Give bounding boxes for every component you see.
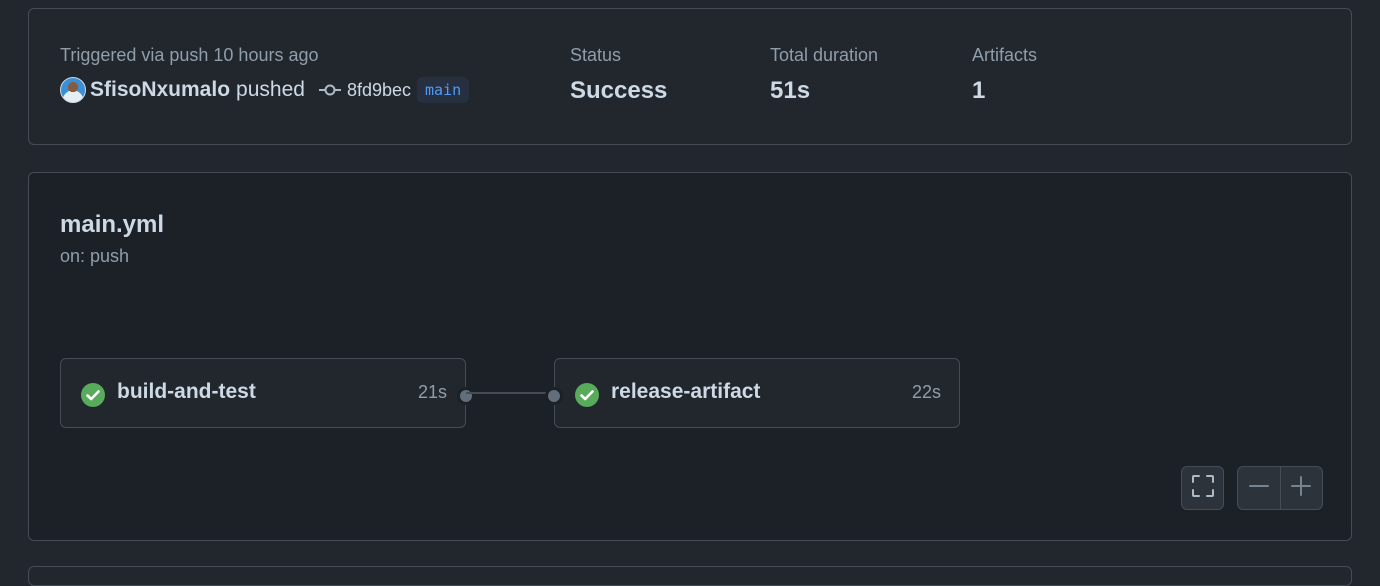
job-input-port	[545, 387, 563, 405]
duration-column: Total duration 51s	[770, 43, 878, 107]
job-name: build-and-test	[117, 380, 256, 403]
zoom-controls	[1237, 466, 1323, 510]
job-output-port	[457, 387, 475, 405]
trigger-column: Triggered via push 10 hours ago SfisoNxu…	[60, 43, 470, 105]
action-text: pushed	[236, 78, 305, 101]
status-column: Status Success	[570, 43, 667, 107]
job-duration: 21s	[417, 382, 447, 402]
job-build-and-test[interactable]: build-and-test 21s	[60, 358, 475, 428]
minus-icon	[1248, 476, 1269, 501]
artifacts-column: Artifacts 1	[972, 43, 1037, 107]
plus-icon	[1291, 475, 1312, 501]
actor-link[interactable]: SfisoNxumalo	[90, 78, 230, 102]
status-label: Status	[570, 45, 622, 65]
trigger-line: SfisoNxumalo pushed 8fd9bec main	[60, 75, 470, 105]
commit-sha-link[interactable]: 8fd9bec	[347, 80, 411, 101]
check-circle-fill-icon	[574, 382, 600, 413]
artifacts-count-link[interactable]: 1	[972, 75, 1037, 107]
duration-value: 51s	[770, 77, 811, 104]
zoom-in-button[interactable]	[1279, 467, 1323, 509]
check-circle-fill-icon	[80, 382, 106, 413]
workflow-graph-card: main.yml on: push build-and-test 21s rel…	[28, 172, 1352, 541]
duration-label: Total duration	[770, 45, 879, 65]
job-release-artifact[interactable]: release-artifact 22s	[545, 358, 960, 428]
job-duration: 22s	[911, 382, 941, 402]
status-value: Success	[570, 77, 668, 104]
trigger-text: Triggered via push 10 hours ago	[60, 45, 319, 65]
job-name: release-artifact	[611, 380, 761, 403]
artifacts-label: Artifacts	[972, 45, 1038, 65]
user-avatar[interactable]	[60, 77, 86, 103]
run-summary-card: Triggered via push 10 hours ago SfisoNxu…	[28, 8, 1352, 145]
fullscreen-button[interactable]	[1181, 466, 1224, 510]
job-connector	[466, 392, 554, 394]
workflow-trigger: on: push	[60, 246, 130, 266]
screen-full-icon	[1191, 474, 1215, 503]
zoom-out-button[interactable]	[1238, 467, 1280, 509]
workflow-file-title: main.yml	[60, 211, 165, 238]
branch-badge[interactable]: main	[417, 77, 470, 103]
next-section-card	[28, 566, 1352, 586]
git-commit-icon	[318, 83, 341, 97]
